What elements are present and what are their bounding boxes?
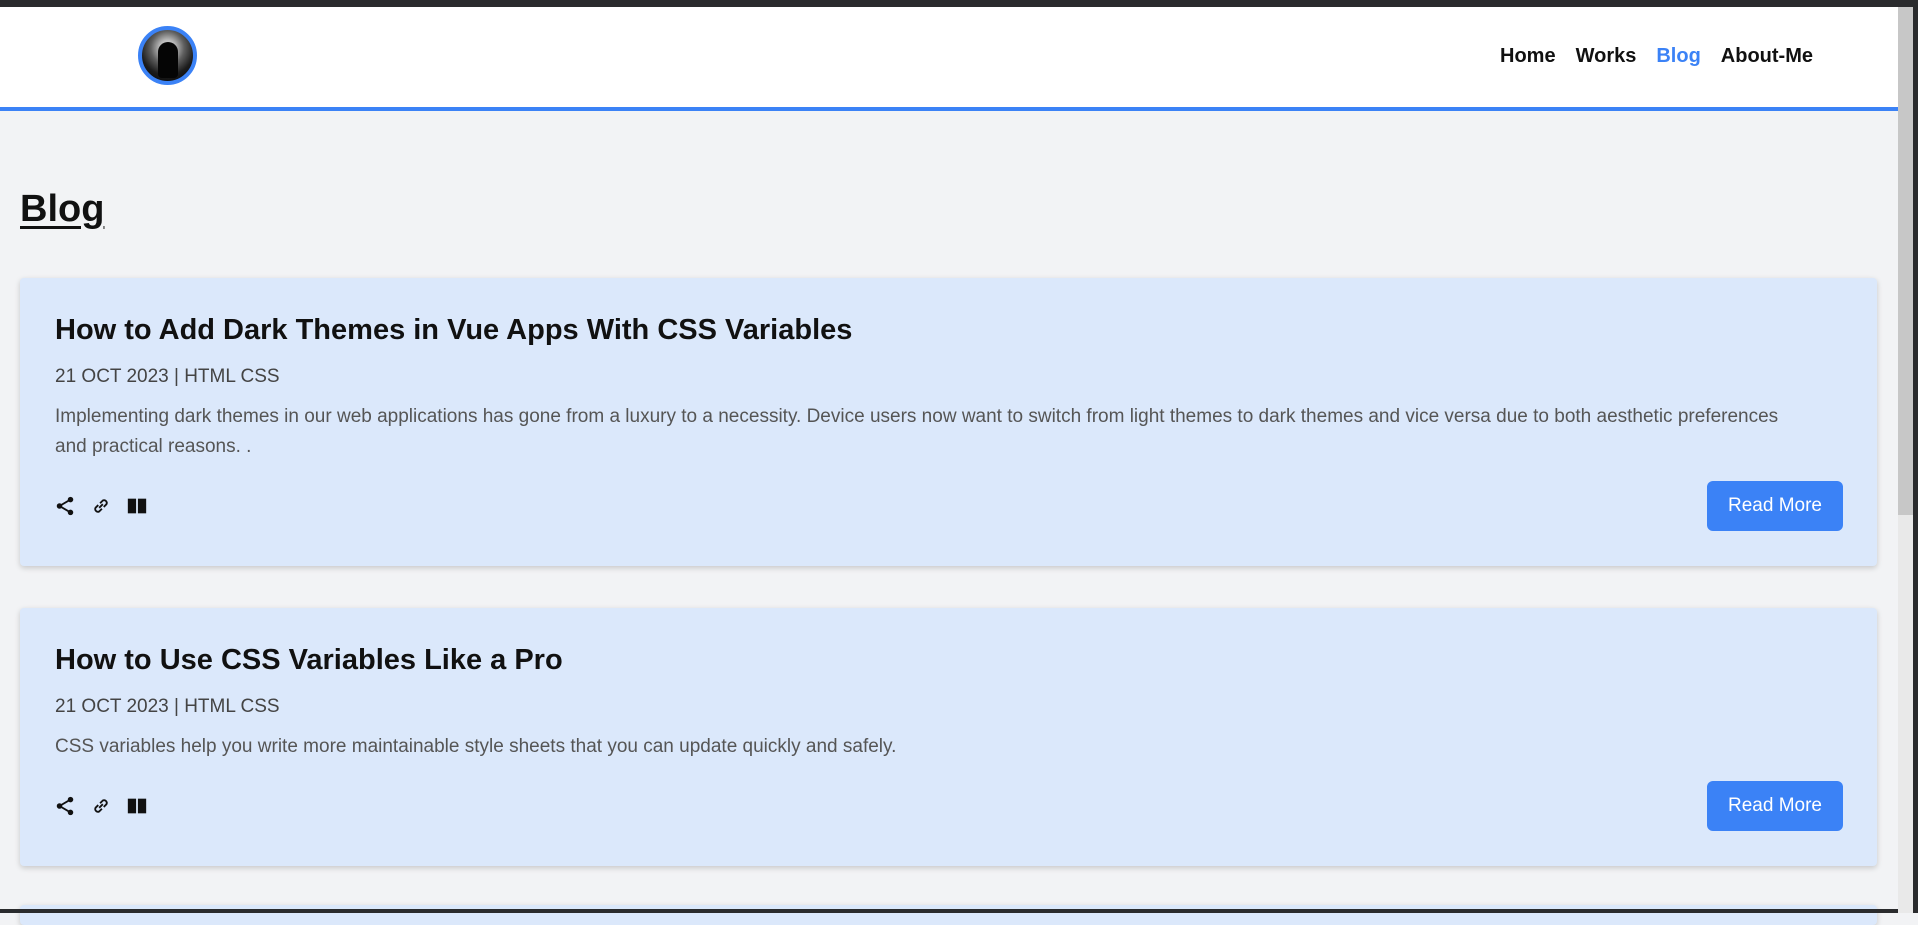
- share-icon[interactable]: [54, 795, 76, 817]
- window-bottom-edge: [0, 909, 1898, 913]
- book-icon[interactable]: [126, 495, 148, 517]
- share-icon[interactable]: [54, 495, 76, 517]
- post-excerpt: Implementing dark themes in our web appl…: [55, 406, 1779, 457]
- blog-post-card-partial: [20, 905, 1877, 925]
- post-meta: 21 OCT 2023 | HTML CSS: [55, 696, 280, 717]
- blog-post-card: How to Use CSS Variables Like a Pro 21 O…: [20, 608, 1877, 866]
- nav-home[interactable]: Home: [1500, 45, 1556, 68]
- read-more-button[interactable]: Read More: [1707, 481, 1843, 531]
- post-meta: 21 OCT 2023 | HTML CSS: [55, 366, 280, 387]
- main-nav: Home Works Blog About-Me: [1500, 45, 1813, 68]
- avatar-silhouette: [158, 42, 178, 78]
- nav-blog[interactable]: Blog: [1656, 45, 1700, 68]
- read-more-button[interactable]: Read More: [1707, 781, 1843, 831]
- scrollbar[interactable]: [1898, 7, 1913, 913]
- nav-works[interactable]: Works: [1576, 45, 1637, 68]
- post-excerpt: CSS variables help you write more mainta…: [55, 736, 897, 757]
- window-top-strip: [0, 0, 1918, 7]
- link-icon[interactable]: [90, 795, 112, 817]
- page-title: Blog: [20, 188, 105, 230]
- blog-post-card: How to Add Dark Themes in Vue Apps With …: [20, 278, 1877, 566]
- post-actions: [54, 495, 148, 517]
- post-title: How to Use CSS Variables Like a Pro: [55, 644, 563, 676]
- post-title: How to Add Dark Themes in Vue Apps With …: [55, 314, 853, 346]
- site-header: Home Works Blog About-Me: [0, 7, 1898, 111]
- post-actions: [54, 795, 148, 817]
- scrollbar-thumb[interactable]: [1898, 7, 1913, 515]
- window-right-edge: [1913, 0, 1918, 913]
- link-icon[interactable]: [90, 495, 112, 517]
- nav-about-me[interactable]: About-Me: [1721, 45, 1813, 68]
- avatar[interactable]: [138, 26, 197, 85]
- book-icon[interactable]: [126, 795, 148, 817]
